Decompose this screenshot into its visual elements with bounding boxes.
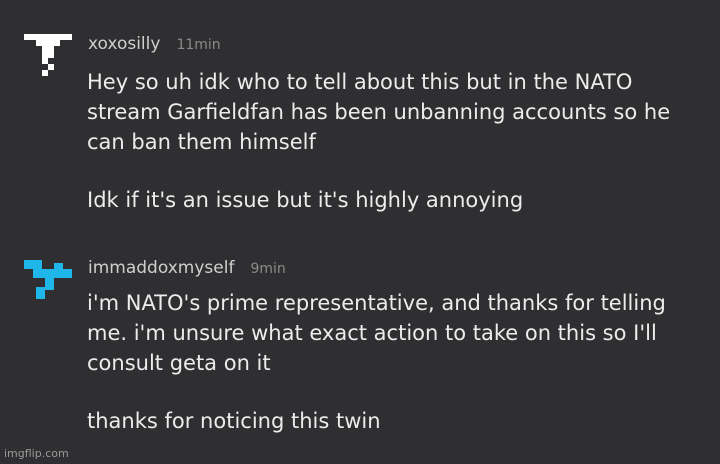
- watermark: imgflip.com: [4, 447, 69, 460]
- comment-header: immaddoxmyself 9min: [88, 258, 286, 278]
- avatar[interactable]: [24, 254, 72, 302]
- comment-text: i'm NATO's prime representative, and tha…: [87, 291, 666, 375]
- white-pixel-t-icon: [24, 34, 72, 76]
- cyan-pixel-cross-icon: [24, 260, 72, 299]
- timestamp: 11min: [176, 37, 221, 53]
- username[interactable]: immaddoxmyself: [88, 258, 234, 278]
- comment-text: thanks for noticing this twin: [87, 409, 381, 433]
- comment-text: Idk if it's an issue but it's highly ann…: [87, 188, 524, 212]
- avatar[interactable]: [24, 28, 72, 76]
- timestamp: 9min: [250, 261, 286, 277]
- comment-header: xoxosilly 11min: [88, 34, 221, 54]
- comment-text: Hey so uh idk who to tell about this but…: [87, 70, 671, 154]
- username[interactable]: xoxosilly: [88, 34, 160, 54]
